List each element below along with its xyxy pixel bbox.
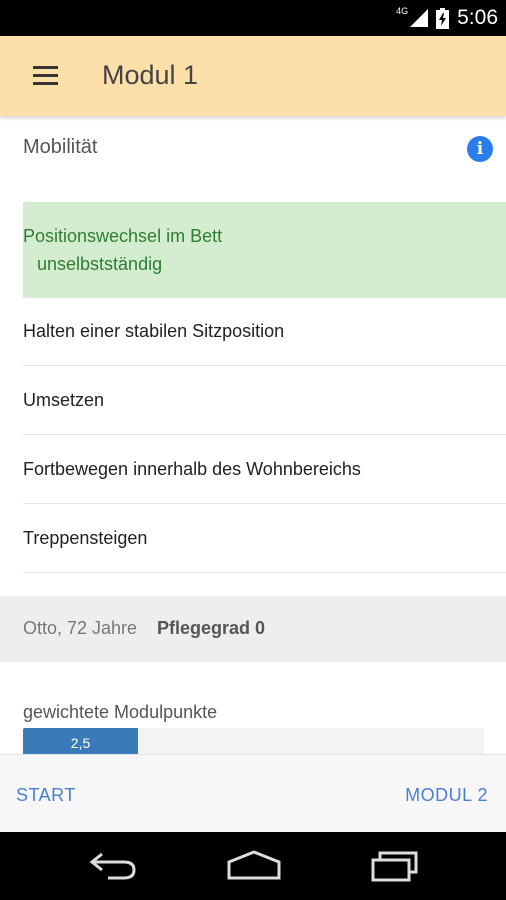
section-title: Mobilität bbox=[23, 136, 98, 158]
home-icon[interactable] bbox=[226, 848, 282, 882]
bottom-action-bar: START MODUL 2 bbox=[0, 754, 506, 832]
points-progress-bar: 2,5 bbox=[23, 728, 484, 754]
status-bar: 4G 5:06 bbox=[0, 0, 506, 36]
criterion-label: Fortbewegen innerhalb des Wohnbereichs bbox=[23, 459, 361, 479]
app-bar: Modul 1 bbox=[0, 36, 506, 116]
criterion-item-treppensteigen[interactable]: Treppensteigen bbox=[23, 505, 506, 573]
page-title: Modul 1 bbox=[102, 60, 199, 90]
criterion-label: Treppensteigen bbox=[23, 528, 148, 548]
points-label: gewichtete Modulpunkte bbox=[23, 702, 218, 722]
next-module-button[interactable]: MODUL 2 bbox=[405, 785, 488, 806]
criterion-label: Umsetzen bbox=[23, 390, 105, 410]
clock: 5:06 bbox=[457, 6, 498, 29]
info-icon[interactable]: i bbox=[467, 136, 493, 162]
patient-summary-bar: Otto, 72 Jahre Pflegegrad 0 bbox=[0, 596, 506, 662]
recents-icon[interactable] bbox=[370, 848, 420, 882]
points-value: 2,5 bbox=[70, 735, 91, 751]
network-type-label: 4G bbox=[396, 6, 409, 16]
criterion-item-fortbewegen[interactable]: Fortbewegen innerhalb des Wohnbereichs bbox=[23, 436, 506, 504]
module-content: Mobilität i Positionswechsel im Bett uns… bbox=[0, 116, 506, 754]
back-icon[interactable] bbox=[88, 848, 138, 882]
criterion-item-positionswechsel[interactable]: Positionswechsel im Bett unselbstständig bbox=[23, 202, 506, 298]
care-grade: Pflegegrad 0 bbox=[157, 618, 266, 638]
system-nav-bar bbox=[0, 832, 506, 900]
signal-icon bbox=[410, 9, 429, 27]
criterion-value: unselbstständig bbox=[37, 254, 163, 274]
start-button[interactable]: START bbox=[16, 785, 76, 806]
battery-icon bbox=[436, 7, 450, 29]
criterion-item-umsetzen[interactable]: Umsetzen bbox=[23, 367, 506, 435]
criterion-label: Positionswechsel im Bett bbox=[23, 226, 223, 246]
criterion-label: Halten einer stabilen Sitzposition bbox=[23, 321, 285, 341]
patient-info: Otto, 72 Jahre bbox=[23, 618, 138, 638]
hamburger-menu-icon[interactable] bbox=[33, 66, 58, 86]
criterion-item-sitzposition[interactable]: Halten einer stabilen Sitzposition bbox=[23, 298, 506, 366]
